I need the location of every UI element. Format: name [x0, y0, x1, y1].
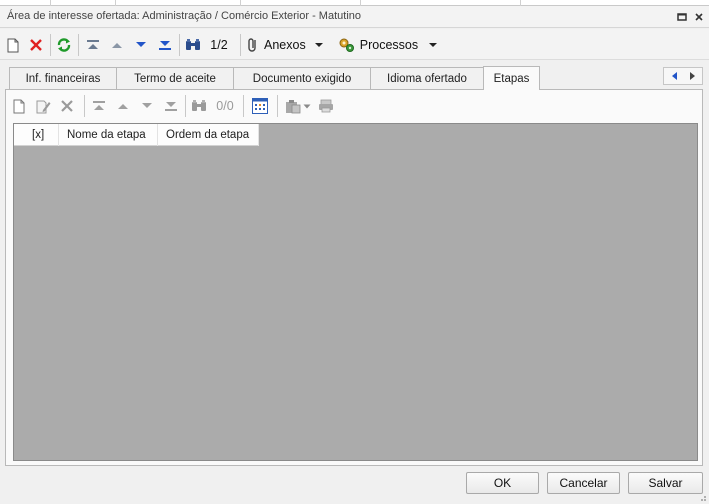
toolbar-separator — [243, 95, 244, 117]
record-position: 1/2 — [207, 34, 231, 56]
tab-scroll-left-button[interactable] — [666, 69, 682, 83]
toolbar-separator — [240, 34, 241, 56]
tab-scroll-right-button[interactable] — [685, 69, 701, 83]
close-button[interactable] — [691, 9, 707, 25]
main-toolbar: 1/2 Anexos Processos — [0, 29, 709, 60]
tab-label: Inf. financeiras — [25, 72, 101, 85]
previous-icon — [112, 43, 122, 48]
grid-toolbar: 0/0 — [6, 90, 702, 121]
grid-header-row: [x] Nome da etapa Ordem da etapa — [14, 124, 259, 146]
toolbar-separator — [277, 95, 278, 117]
find-icon — [186, 39, 200, 50]
new-icon — [13, 99, 25, 113]
next-icon — [142, 103, 152, 108]
delete-icon — [30, 39, 42, 51]
tab-scroll-left-icon — [672, 72, 677, 80]
delete-button[interactable] — [27, 34, 45, 56]
print-icon — [319, 99, 333, 113]
tab-inf-financeiras[interactable]: Inf. financeiras — [9, 67, 117, 89]
column-header-ordem-da-etapa[interactable]: Ordem da etapa — [158, 124, 259, 146]
delete-icon — [61, 100, 73, 112]
etapas-panel: 0/0 [x] Nome da etapa Ordem da etapa — [5, 89, 703, 466]
tab-etapas[interactable]: Etapas — [483, 66, 540, 90]
attachment-icon — [248, 38, 256, 52]
last-icon — [159, 41, 171, 50]
tab-label: Idioma ofertado — [387, 72, 467, 85]
tab-label: Termo de aceite — [134, 72, 216, 85]
first-icon — [87, 40, 99, 49]
tab-scroll-right-icon — [690, 72, 695, 80]
tab-idioma-ofertado[interactable]: Idioma ofertado — [370, 67, 484, 89]
resize-grip-icon[interactable] — [697, 492, 707, 502]
toolbar-separator — [78, 34, 79, 56]
dropdown-arrow-icon — [314, 43, 323, 47]
tab-strip: Inf. financeiras Termo de aceite Documen… — [0, 60, 709, 90]
grid-print-button[interactable] — [316, 95, 336, 117]
restore-icon — [677, 13, 687, 21]
toolbar-separator — [179, 34, 180, 56]
tab-termo-de-aceite[interactable]: Termo de aceite — [116, 67, 234, 89]
new-button[interactable] — [4, 34, 22, 56]
grid-layout-button[interactable] — [249, 95, 271, 117]
refresh-button[interactable] — [54, 34, 74, 56]
close-icon — [695, 13, 703, 21]
last-icon — [165, 102, 177, 111]
grid-clipboard-menu-button[interactable] — [283, 95, 313, 117]
processos-label: Processos — [359, 38, 419, 52]
toolbar-separator — [84, 95, 85, 117]
window-titlebar: Área de interesse ofertada: Administraçã… — [0, 6, 709, 28]
grid-first-button[interactable] — [89, 95, 109, 117]
tab-label: Documento exigido — [252, 72, 352, 85]
toolbar-separator — [185, 95, 186, 117]
grid-previous-button[interactable] — [113, 95, 133, 117]
toolbar-separator — [50, 34, 51, 56]
record-position-text: 1/2 — [210, 38, 228, 52]
anexos-label: Anexos — [264, 38, 306, 52]
ok-button[interactable]: OK — [466, 472, 539, 494]
processos-menu-button[interactable]: Processos — [338, 34, 438, 56]
processes-icon — [339, 38, 354, 52]
grid-find-button[interactable] — [189, 95, 209, 117]
tab-scroll-buttons — [663, 67, 703, 85]
column-header-nome-da-etapa[interactable]: Nome da etapa — [59, 124, 158, 146]
column-header-select[interactable]: [x] — [14, 124, 59, 146]
anexos-menu-button[interactable]: Anexos — [246, 34, 330, 56]
first-icon — [93, 101, 105, 110]
restore-button[interactable] — [674, 9, 690, 25]
grid-record-position: 0/0 — [213, 95, 237, 117]
grid-edit-button[interactable] — [34, 95, 52, 117]
grid-new-button[interactable] — [10, 95, 28, 117]
dropdown-arrow-icon — [303, 104, 311, 108]
next-record-button[interactable] — [131, 34, 151, 56]
grid-next-button[interactable] — [137, 95, 157, 117]
clipboard-icon — [286, 99, 301, 113]
previous-icon — [118, 104, 128, 109]
last-record-button[interactable] — [155, 34, 175, 56]
cancel-button[interactable]: Cancelar — [547, 472, 620, 494]
find-icon — [192, 100, 206, 111]
first-record-button[interactable] — [83, 34, 103, 56]
save-button[interactable]: Salvar — [628, 472, 703, 494]
next-icon — [136, 42, 146, 47]
new-icon — [7, 38, 19, 52]
find-button[interactable] — [183, 34, 203, 56]
grid-delete-button[interactable] — [58, 95, 76, 117]
previous-record-button[interactable] — [107, 34, 127, 56]
etapas-grid[interactable]: [x] Nome da etapa Ordem da etapa — [13, 123, 698, 461]
dropdown-arrow-icon — [429, 43, 438, 47]
grid-record-position-text: 0/0 — [216, 99, 234, 113]
tab-documento-exigido[interactable]: Documento exigido — [233, 67, 371, 89]
calendar-grid-icon — [252, 98, 268, 114]
grid-last-button[interactable] — [161, 95, 181, 117]
edit-icon — [36, 100, 50, 113]
tab-label: Etapas — [493, 72, 530, 85]
window-title: Área de interesse ofertada: Administraçã… — [7, 10, 361, 22]
refresh-icon — [57, 38, 71, 52]
